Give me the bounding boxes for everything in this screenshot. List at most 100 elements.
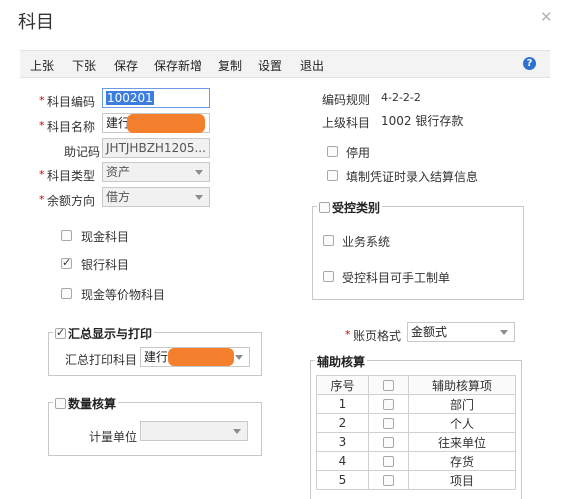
row-no: 5 (316, 470, 369, 490)
row-item: 部门 (408, 394, 516, 414)
select-all-checkbox[interactable] (383, 380, 394, 391)
summary-legend: 汇总显示与打印 (53, 325, 155, 342)
table-row: 4 存货 (316, 451, 516, 471)
chevron-down-icon (233, 429, 241, 434)
table-row: 1 部门 (316, 394, 516, 414)
prev-button[interactable]: 上张 (30, 57, 54, 74)
row-check-cell (368, 451, 409, 471)
row-item: 往来单位 (408, 432, 516, 452)
bank-label: 银行科目 (81, 258, 130, 272)
chevron-down-icon (500, 330, 508, 335)
business-label: 业务系统 (342, 235, 391, 249)
summary-legend-label: 汇总显示与打印 (68, 327, 153, 341)
row-checkbox[interactable] (383, 399, 394, 410)
ledger-select[interactable]: 金额式 (407, 322, 515, 342)
type-label: 科目类型 (47, 169, 96, 183)
cash-equivalent-label: 现金等价物科目 (81, 288, 166, 302)
required-mark: * (39, 168, 45, 181)
settlement-label: 填制凭证时录入结算信息 (346, 170, 479, 184)
save-button[interactable]: 保存 (114, 57, 138, 74)
ledger-value: 金额式 (411, 325, 448, 339)
window-title: 科目 (18, 12, 54, 33)
row-item: 项目 (408, 470, 516, 490)
row-check-cell (368, 432, 409, 452)
row-checkbox[interactable] (383, 437, 394, 448)
aux-legend: 辅助核算 (315, 353, 368, 370)
mnemonic-input[interactable]: JHTJHBZH1205... (102, 138, 210, 158)
manual-checkbox[interactable] (323, 271, 334, 282)
required-mark: * (39, 119, 45, 132)
controlled-group: 受控类别 业务系统 受控科目可手工制单 (312, 199, 524, 300)
rule-label: 编码规则 (322, 93, 371, 107)
table-row: 3 往来单位 (316, 432, 516, 452)
direction-select[interactable]: 借方 (102, 187, 210, 207)
mnemonic-value: JHTJHBZH1205... (106, 141, 206, 155)
quantity-group: 数量核算 计量单位 (48, 395, 262, 456)
summary-group: 汇总显示与打印 汇总打印科目 建行 (48, 325, 262, 376)
required-mark: * (39, 94, 45, 107)
settings-button[interactable]: 设置 (258, 57, 282, 74)
manual-label: 受控科目可手工制单 (342, 271, 451, 285)
cash-checkbox[interactable] (61, 230, 72, 241)
row-checkbox[interactable] (383, 475, 394, 486)
type-value: 资产 (106, 165, 131, 179)
aux-table: 序号 辅助核算项 1 部门 2 个人 3 往来单位 4 存货 5 项目 (316, 375, 516, 490)
print-label: 汇总打印科目 (65, 353, 138, 367)
unit-select[interactable] (140, 421, 248, 441)
redaction-mark (127, 114, 205, 133)
copy-button[interactable]: 复制 (218, 57, 242, 74)
toolbar: 上张 下张 保存 保存新增 复制 设置 退出 ? (20, 50, 550, 78)
chevron-down-icon (195, 195, 203, 200)
next-button[interactable]: 下张 (72, 57, 96, 74)
row-item: 存货 (408, 451, 516, 471)
quantity-legend: 数量核算 (53, 395, 119, 412)
save-new-button[interactable]: 保存新增 (154, 57, 202, 74)
row-check-cell (368, 394, 409, 414)
rule-value: 4-2-2-2 (381, 91, 421, 104)
parent-label: 上级科目 (322, 116, 371, 130)
cash-label: 现金科目 (81, 230, 130, 244)
print-value: 建行 (144, 350, 169, 364)
required-mark: * (345, 328, 351, 341)
bank-checkbox[interactable] (61, 256, 72, 269)
table-header-row: 序号 辅助核算项 (316, 375, 516, 395)
header-check (368, 375, 409, 395)
name-label: 科目名称 (47, 120, 96, 134)
row-checkbox[interactable] (383, 418, 394, 429)
code-label: 科目编码 (47, 95, 96, 109)
business-checkbox[interactable] (323, 235, 334, 246)
quantity-checkbox[interactable] (55, 398, 66, 409)
required-mark: * (39, 193, 45, 206)
type-select[interactable]: 资产 (102, 162, 210, 182)
settlement-checkbox[interactable] (327, 170, 338, 181)
controlled-checkbox[interactable] (319, 202, 330, 213)
row-no: 4 (316, 451, 369, 471)
ledger-label: 账页格式 (353, 329, 402, 343)
disable-checkbox[interactable] (327, 146, 338, 157)
table-row: 5 项目 (316, 470, 516, 490)
row-item: 个人 (408, 413, 516, 433)
disable-label: 停用 (346, 146, 371, 160)
cash-equivalent-checkbox[interactable] (61, 288, 72, 299)
code-input[interactable]: 100201 (102, 88, 210, 108)
chevron-down-icon (195, 170, 203, 175)
table-row: 2 个人 (316, 413, 516, 433)
exit-button[interactable]: 退出 (300, 57, 324, 74)
row-no: 3 (316, 432, 369, 452)
row-checkbox[interactable] (383, 456, 394, 467)
summary-checkbox[interactable] (55, 326, 66, 339)
redaction-mark (168, 348, 234, 366)
chevron-down-icon (235, 355, 243, 360)
mnemonic-label: 助记码 (64, 145, 101, 159)
row-check-cell (368, 413, 409, 433)
parent-value: 1002 银行存款 (381, 114, 464, 128)
controlled-legend-label: 受控类别 (332, 201, 381, 215)
row-no: 1 (316, 394, 369, 414)
close-icon[interactable]: ✕ (540, 8, 553, 26)
header-item: 辅助核算项 (408, 375, 516, 395)
controlled-legend: 受控类别 (317, 199, 383, 216)
help-icon[interactable]: ? (523, 57, 536, 70)
direction-label: 余额方向 (47, 194, 96, 208)
header-no: 序号 (316, 375, 369, 395)
code-value: 100201 (106, 91, 154, 105)
